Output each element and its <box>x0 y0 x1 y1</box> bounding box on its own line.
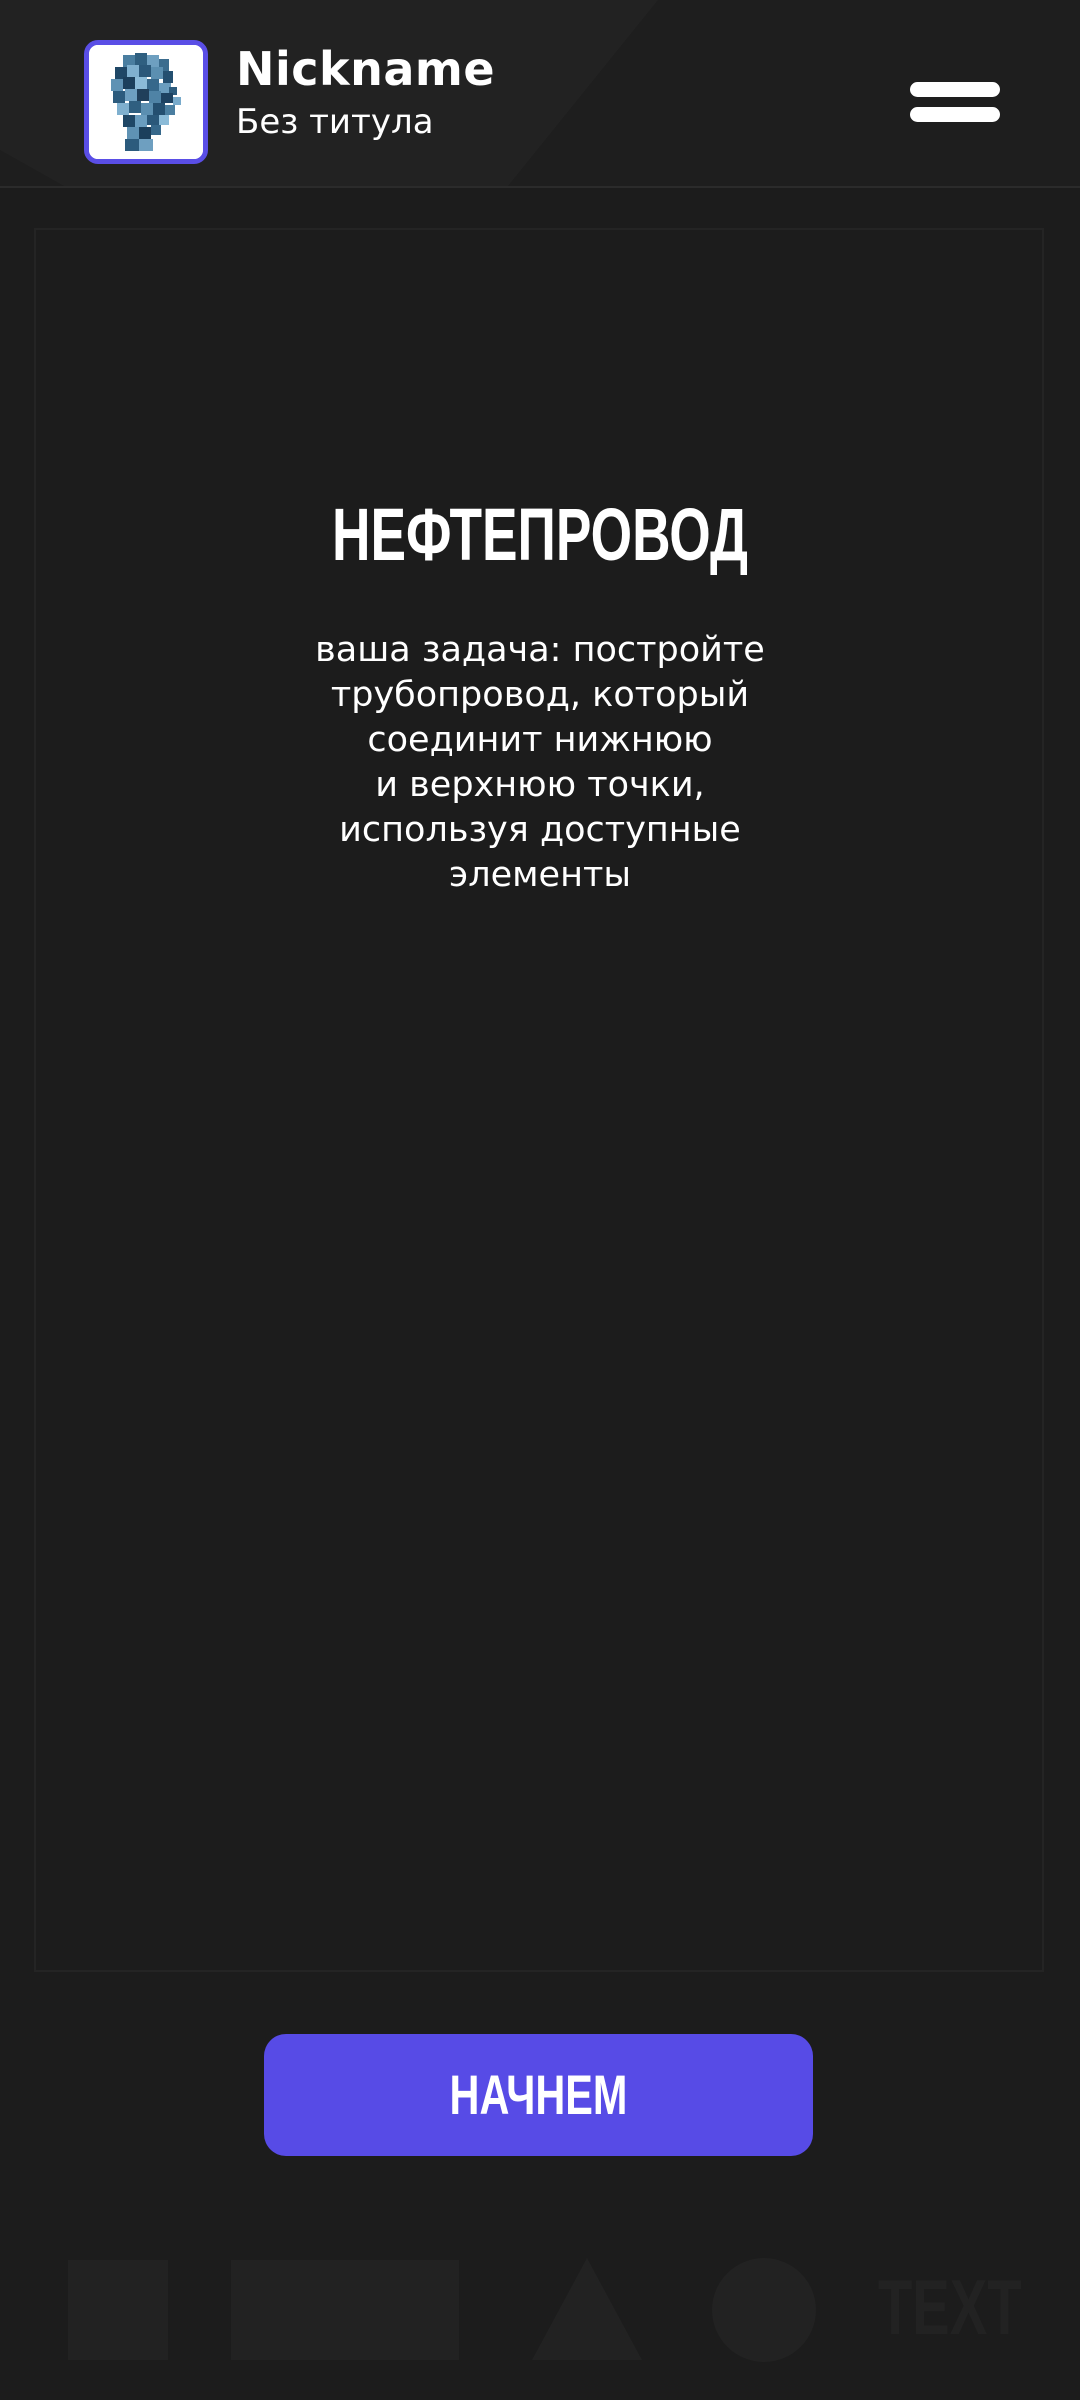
game-board-area <box>34 228 1044 1972</box>
menu-bar-bottom <box>910 107 1000 122</box>
decor-triangle-shape <box>532 2258 642 2360</box>
start-button-label: НАЧНЕМ <box>449 2063 628 2126</box>
menu-bar-top <box>910 82 1000 97</box>
decor-square-shape <box>68 2260 168 2360</box>
game-description-line: используя доступные <box>339 810 741 850</box>
game-title: НЕФТЕПРОВОД <box>332 493 748 576</box>
game-description-line: ваша задача: постройте <box>315 630 765 670</box>
app-header: Nickname Без титула <box>0 0 1080 188</box>
game-description-line: и верхнюю точки, <box>375 765 705 805</box>
user-nickname: Nickname <box>236 42 496 96</box>
game-description-line: элементы <box>449 855 631 895</box>
avatar[interactable] <box>84 40 208 164</box>
start-button[interactable]: НАЧНЕМ <box>264 2034 813 2156</box>
decor-rectangle-shape <box>231 2260 459 2360</box>
game-description-line: соединит нижнюю <box>367 720 713 760</box>
pixel-head-avatar-icon <box>89 45 203 159</box>
decor-text-shape: TEXT <box>878 2263 1022 2351</box>
user-title: Без титула <box>236 102 434 142</box>
game-description-line: трубопровод, который <box>330 675 750 715</box>
game-intro-screen: Nickname Без титула НЕФТЕПРОВОД ваша зад… <box>0 0 1080 2400</box>
game-description: ваша задача: постройте трубопровод, кото… <box>240 628 840 898</box>
hamburger-menu-icon[interactable] <box>906 76 1002 136</box>
decor-circle-shape <box>712 2258 816 2362</box>
